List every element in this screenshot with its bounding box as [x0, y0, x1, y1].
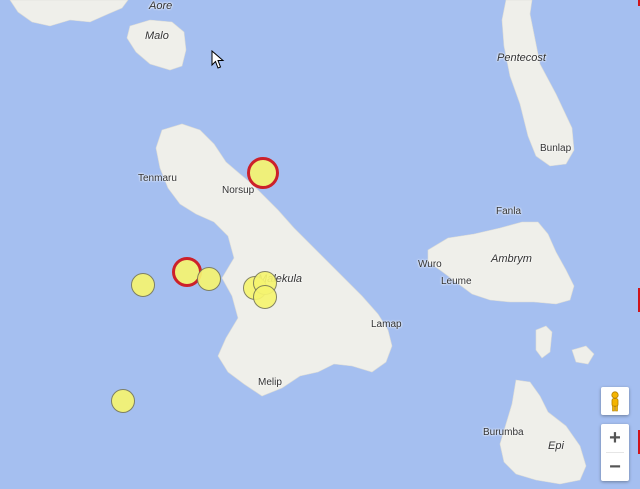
- island-aore: [9, 0, 129, 27]
- map-canvas[interactable]: Aore Malo Pentecost Bunlap Tenmaru Norsup Fanl…: [0, 0, 640, 489]
- place-label-pentecost: Pentecost: [497, 52, 546, 64]
- map-marker[interactable]: [253, 285, 277, 309]
- place-label-ambrym: Ambrym: [491, 253, 532, 265]
- mouse-cursor-icon: [211, 50, 225, 69]
- place-label-bunlap: Bunlap: [540, 143, 572, 154]
- place-label-fanla: Fanla: [496, 206, 522, 217]
- islet-1: [535, 325, 553, 359]
- map-marker[interactable]: [197, 267, 221, 291]
- island-pentecost: [501, 0, 575, 167]
- place-label-burumba: Burumba: [483, 427, 524, 438]
- pegman-icon: [611, 391, 619, 412]
- place-label-lamap: Lamap: [371, 319, 402, 330]
- zoom-control: + −: [601, 424, 629, 481]
- islet-2: [571, 345, 595, 365]
- land-layer: [9, 0, 595, 485]
- place-label-tenmaru: Tenmaru: [138, 173, 177, 184]
- place-label-melip: Melip: [258, 377, 282, 388]
- place-label-malo: Malo: [145, 30, 169, 42]
- map-marker[interactable]: [111, 389, 135, 413]
- place-label-epi: Epi: [548, 440, 564, 452]
- map-marker[interactable]: [247, 157, 279, 189]
- map-marker[interactable]: [131, 273, 155, 297]
- street-view-control[interactable]: [601, 387, 629, 415]
- place-label-aore: Aore: [149, 0, 173, 12]
- zoom-in-button[interactable]: +: [601, 424, 629, 452]
- island-malo: [126, 19, 187, 71]
- place-label-leume: Leume: [441, 276, 472, 287]
- zoom-out-button[interactable]: −: [601, 453, 629, 481]
- place-label-norsup: Norsup: [222, 185, 255, 196]
- place-label-wuro: Wuro: [418, 259, 442, 270]
